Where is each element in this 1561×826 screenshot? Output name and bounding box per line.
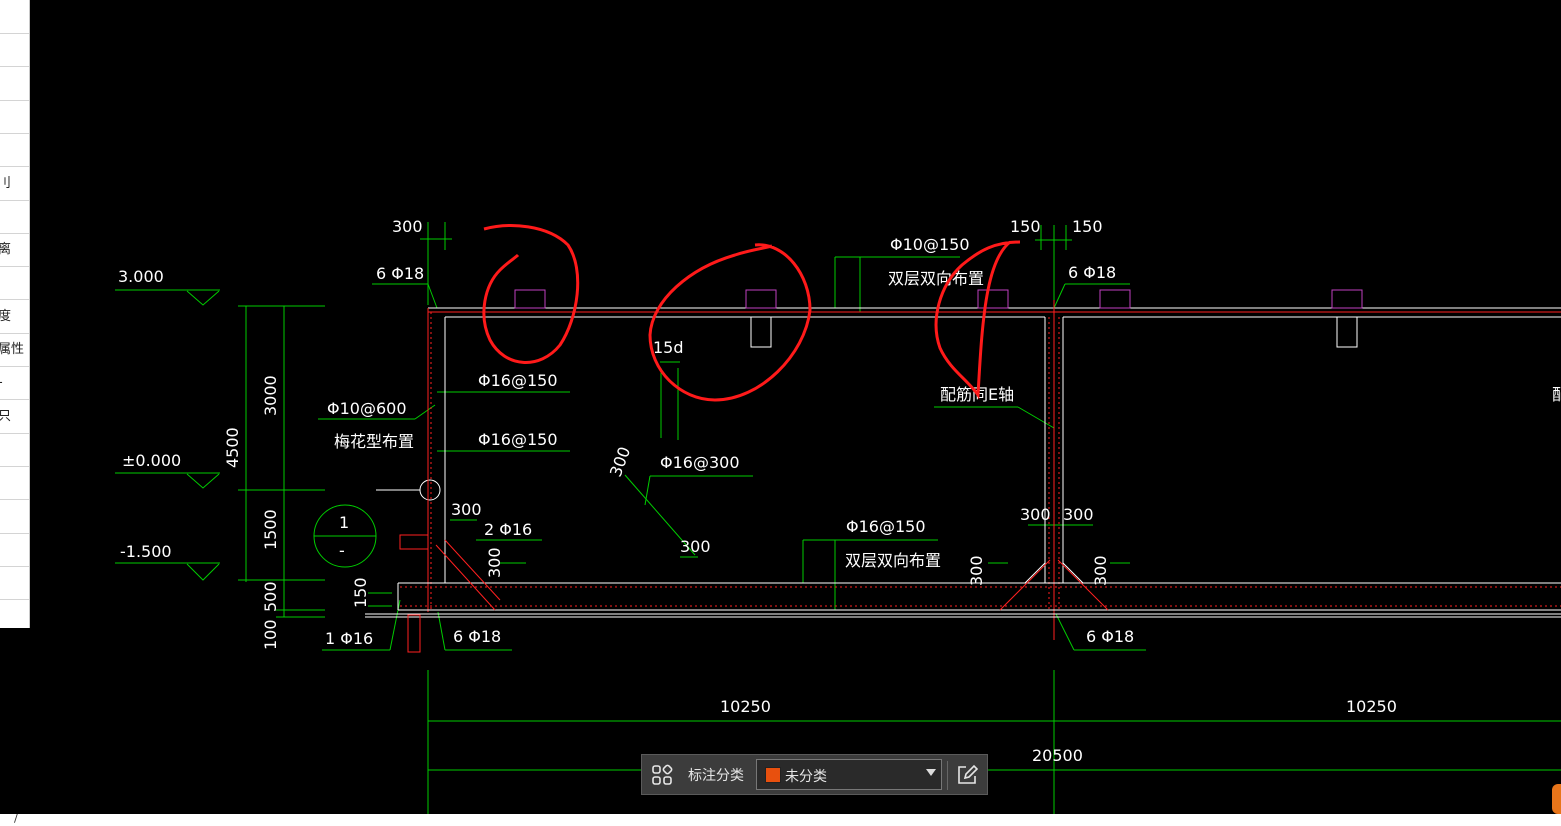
status-text: / xyxy=(14,812,18,825)
dim-150-small: 150 xyxy=(351,577,370,608)
drawing-labels: 3.000 ±0.000 -1.500 4500 3000 1500 500 1… xyxy=(118,217,1561,765)
dim-10250-b: 10250 xyxy=(1346,697,1397,716)
side-panel-row[interactable] xyxy=(0,33,29,68)
side-panel-row[interactable] xyxy=(0,133,29,168)
rebar-2phi16: 2 Φ16 xyxy=(484,520,532,539)
dim-300-diag-a: 300 xyxy=(606,444,634,479)
side-panel-row[interactable] xyxy=(0,200,29,234)
rebar-phi10-600: Φ10@600 xyxy=(327,399,407,418)
markup-circle-2 xyxy=(648,243,812,402)
rebar-1phi16: 1 Φ16 xyxy=(325,629,373,648)
side-panel-row[interactable]: 只 xyxy=(0,400,29,434)
side-panel-row[interactable]: - xyxy=(0,366,29,401)
rebar-6phi18-bottom-left: 6 Φ18 xyxy=(453,627,501,646)
edit-icon[interactable] xyxy=(956,764,978,786)
side-panel-row[interactable]: 度 xyxy=(0,300,29,334)
rebar-6phi18-right: 6 Φ18 xyxy=(1068,263,1116,282)
dim-300-mid-b: 300 xyxy=(1063,505,1094,524)
structure-outline xyxy=(365,300,1561,653)
rebar-phi16-150-b: Φ16@150 xyxy=(478,430,558,449)
side-panel-row[interactable] xyxy=(0,533,29,567)
dim-1500: 1500 xyxy=(261,509,280,550)
rebar-phi16-300: Φ16@300 xyxy=(660,453,740,472)
dim-300-wall: 300 xyxy=(451,500,482,519)
annotation-category-label: 标注分类 xyxy=(688,768,744,784)
elev-bottom: -1.500 xyxy=(120,542,172,561)
side-panel-row[interactable]: 离 xyxy=(0,233,29,268)
side-panel-row[interactable] xyxy=(0,500,29,534)
rebar-6phi18-left: 6 Φ18 xyxy=(376,264,424,283)
rebar-phi16-150-a: Φ16@150 xyxy=(478,371,558,390)
section-dash: - xyxy=(339,541,345,560)
markup-circle-1 xyxy=(482,224,580,364)
side-panel-row[interactable]: 属性 xyxy=(0,333,29,367)
dim-300-haunch-left: 300 xyxy=(485,547,504,578)
dim-300-haunch-a: 300 xyxy=(967,555,986,586)
rebar-phi16-150-c: Φ16@150 xyxy=(846,517,926,536)
side-panel-row[interactable] xyxy=(0,466,29,501)
dim-500: 500 xyxy=(261,581,280,612)
note-plum: 梅花型布置 xyxy=(334,432,414,451)
dim-300-top: 300 xyxy=(392,217,423,236)
side-panel-row[interactable] xyxy=(0,566,29,601)
grid-icon[interactable] xyxy=(651,764,673,786)
dim-150-a: 150 xyxy=(1010,217,1041,236)
side-panel-row[interactable] xyxy=(0,266,29,301)
elev-zero: ±0.000 xyxy=(122,451,181,470)
category-color-swatch xyxy=(765,767,781,783)
rebar-phi10-150: Φ10@150 xyxy=(890,235,970,254)
section-marker xyxy=(313,479,441,568)
dim-10250-a: 10250 xyxy=(720,697,771,716)
note-double-top: 双层双向布置 xyxy=(888,269,984,288)
property-side-panel: 刂离度属性-只 xyxy=(0,0,30,628)
dim-300-haunch-b: 300 xyxy=(1091,555,1110,586)
side-panel-row[interactable] xyxy=(0,0,29,34)
dim-300-diag-b: 300 xyxy=(680,537,711,556)
note-double-bottom: 双层双向布置 xyxy=(845,551,941,570)
annotation-toolbar: 标注分类 未分类 xyxy=(641,754,988,795)
side-panel-row[interactable] xyxy=(0,67,29,101)
toolbar-divider xyxy=(947,761,948,790)
annotation-category-select[interactable]: 未分类 xyxy=(756,759,942,790)
dim-300-mid-a: 300 xyxy=(1020,505,1051,524)
side-panel-row[interactable]: 刂 xyxy=(0,167,29,201)
section-num: 1 xyxy=(339,513,349,532)
dim-100: 100 xyxy=(261,619,280,650)
side-panel-row[interactable] xyxy=(0,433,29,467)
cad-drawing-canvas[interactable]: 3.000 ±0.000 -1.500 4500 3000 1500 500 1… xyxy=(0,0,1561,826)
dim-150-b: 150 xyxy=(1072,217,1103,236)
markup-hook-3 xyxy=(934,240,1021,400)
dimension-lines xyxy=(115,222,1561,814)
dim-15d: 15d xyxy=(653,338,684,357)
rebar-6phi18-bottom-right: 6 Φ18 xyxy=(1086,627,1134,646)
dim-20500: 20500 xyxy=(1032,746,1083,765)
feedback-tab[interactable] xyxy=(1552,784,1561,814)
chevron-down-icon xyxy=(926,769,936,776)
dim-3000: 3000 xyxy=(261,375,280,416)
status-bar: / xyxy=(0,812,1561,826)
note-axis-right: 配 xyxy=(1552,385,1561,404)
elev-top: 3.000 xyxy=(118,267,164,286)
dim-4500: 4500 xyxy=(223,427,242,468)
side-panel-row[interactable] xyxy=(0,100,29,134)
category-select-value: 未分类 xyxy=(785,769,827,785)
